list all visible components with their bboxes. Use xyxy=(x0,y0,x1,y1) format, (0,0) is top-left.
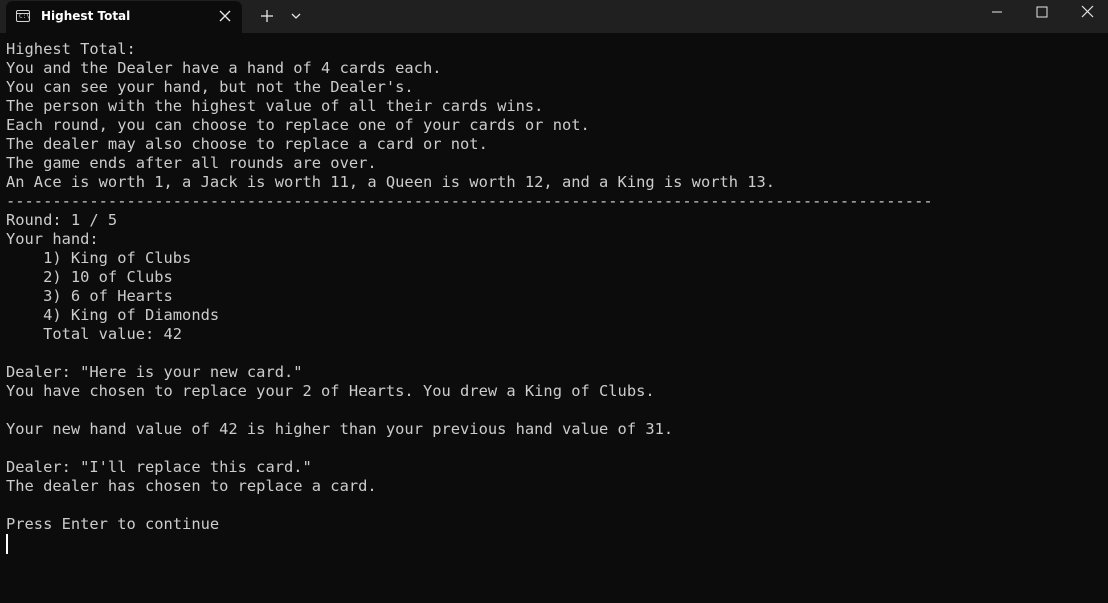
dealer-message: Dealer: "Here is your new card." xyxy=(6,363,303,381)
chevron-down-icon[interactable] xyxy=(286,5,306,27)
terminal-line: Each round, you can choose to replace on… xyxy=(6,116,590,134)
hand-card: 3) 6 of Hearts xyxy=(6,287,173,305)
dealer-message: Dealer: "I'll replace this card." xyxy=(6,458,312,476)
maximize-icon[interactable] xyxy=(1020,0,1064,26)
hand-total-value: Total value: 42 xyxy=(6,325,183,343)
tab-title: Highest Total xyxy=(41,9,131,23)
terminal-line: An Ace is worth 1, a Jack is worth 11, a… xyxy=(6,173,776,191)
close-tab-icon[interactable] xyxy=(216,7,234,25)
close-window-icon[interactable] xyxy=(1064,0,1108,26)
terminal-line: You have chosen to replace your 2 of Hea… xyxy=(6,382,655,400)
terminal-window: C:\ Highest Total Highest Total: You and… xyxy=(0,0,1108,603)
terminal-line: You can see your hand, but not the Deale… xyxy=(6,78,414,96)
terminal-line: Your hand: xyxy=(6,230,99,248)
hand-card: 1) King of Clubs xyxy=(6,249,192,267)
continue-prompt: Press Enter to continue xyxy=(6,515,220,533)
terminal-line: Your new hand value of 42 is higher than… xyxy=(6,420,674,438)
terminal-line: Highest Total: xyxy=(6,40,136,58)
round-indicator: Round: 1 / 5 xyxy=(6,211,118,229)
title-bar: C:\ Highest Total xyxy=(0,0,1108,33)
terminal-line: You and the Dealer have a hand of 4 card… xyxy=(6,59,442,77)
minimize-icon[interactable] xyxy=(974,0,1018,26)
terminal-line: The dealer has chosen to replace a card. xyxy=(6,477,377,495)
separator-line: ----------------------------------------… xyxy=(6,192,933,210)
new-tab-plus-icon[interactable] xyxy=(256,5,278,27)
terminal-line: The person with the highest value of all… xyxy=(6,97,544,115)
terminal-output[interactable]: Highest Total: You and the Dealer have a… xyxy=(6,40,1102,596)
text-cursor xyxy=(6,534,8,554)
hand-card: 4) King of Diamonds xyxy=(6,306,220,324)
hand-card: 2) 10 of Clubs xyxy=(6,268,173,286)
terminal-icon: C:\ xyxy=(16,10,30,22)
terminal-line: The game ends after all rounds are over. xyxy=(6,154,377,172)
terminal-line: The dealer may also choose to replace a … xyxy=(6,135,488,153)
tab-highest-total[interactable]: C:\ Highest Total xyxy=(6,1,242,33)
